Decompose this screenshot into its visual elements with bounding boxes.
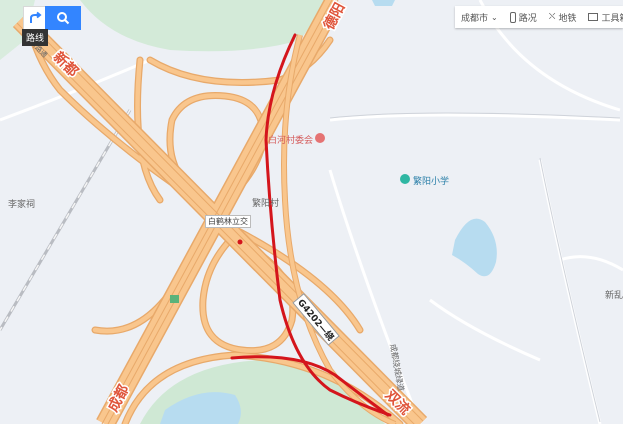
- interchange-label[interactable]: 白鹤林立交: [205, 215, 251, 228]
- route-icon: [30, 11, 42, 23]
- lijiaci-label[interactable]: 李家祠: [8, 197, 35, 210]
- water-north: [372, 0, 395, 6]
- traffic-light-icon: [509, 11, 516, 23]
- tools-label: 工具箱: [601, 13, 623, 24]
- committee-poi-icon[interactable]: [315, 133, 325, 143]
- committee-label[interactable]: 白河村委会: [268, 133, 313, 146]
- search-button[interactable]: [45, 6, 81, 30]
- map-toolbar: 成都市 ⌄ 路况 ⛌ 地铁 工具箱: [455, 6, 623, 28]
- highway-shield-icon: [170, 295, 179, 303]
- xinzhao-label[interactable]: 新乱: [605, 288, 623, 301]
- route-tooltip: 路线: [22, 29, 49, 46]
- search-icon: [57, 12, 70, 25]
- school-label[interactable]: 繁阳小学: [413, 174, 449, 187]
- city-selector[interactable]: 成都市 ⌄: [455, 11, 504, 24]
- location-marker[interactable]: [237, 239, 243, 245]
- lake-east: [452, 218, 497, 277]
- tools-button[interactable]: 工具箱: [582, 11, 623, 24]
- toolbox-icon: [588, 13, 599, 21]
- traffic-button[interactable]: 路况: [504, 11, 543, 24]
- school-poi-icon[interactable]: [400, 174, 410, 184]
- map-layer: [0, 0, 623, 424]
- city-label: 成都市: [461, 13, 489, 24]
- village-label[interactable]: 繁阳村: [252, 196, 279, 209]
- route-button[interactable]: [23, 6, 47, 30]
- map-canvas[interactable]: 新都 德阳 成都 双流 白河村委会 繁阳小学 繁阳村 白鹤林立交 G4202—绕…: [0, 0, 623, 424]
- subway-label: 地铁: [558, 13, 577, 24]
- traffic-label: 路况: [518, 13, 537, 24]
- chevron-down-icon: ⌄: [491, 12, 498, 22]
- subway-button[interactable]: ⛌ 地铁: [543, 11, 583, 24]
- subway-icon: ⛌: [548, 12, 556, 22]
